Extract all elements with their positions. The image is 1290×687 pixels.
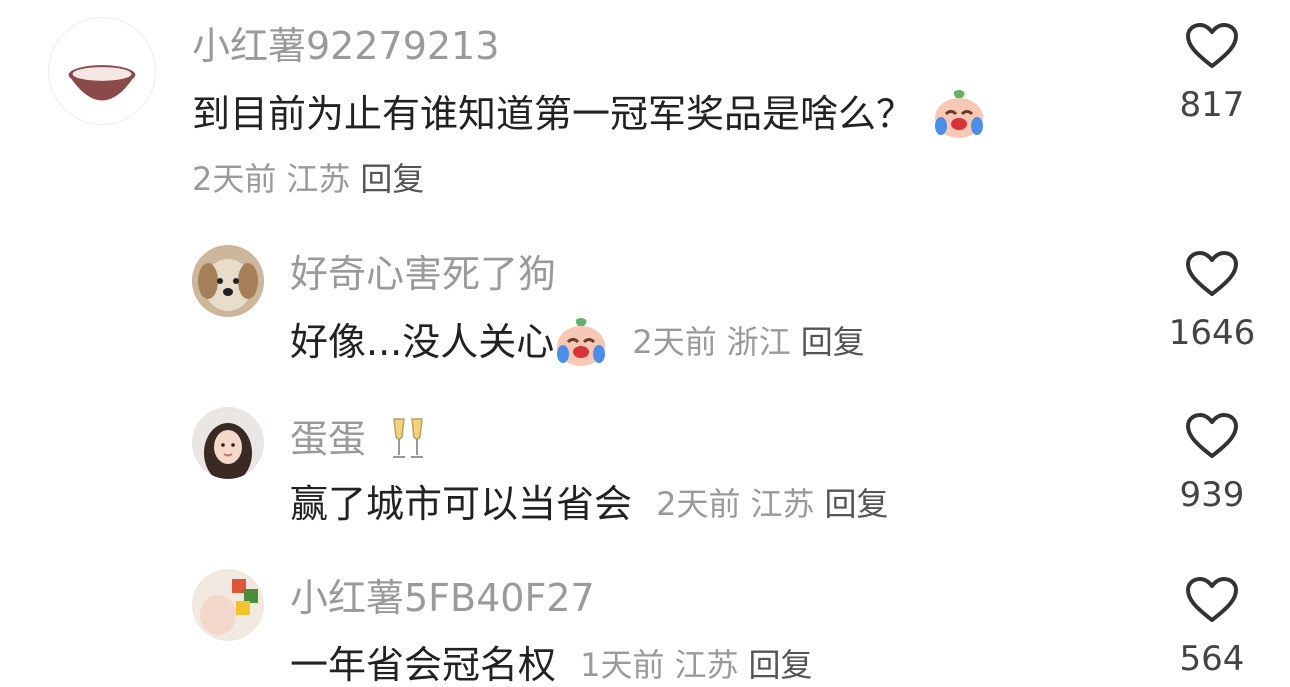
location: 江苏: [674, 645, 739, 684]
like-button[interactable]: 1646: [1157, 250, 1267, 350]
like-count: 564: [1179, 639, 1245, 679]
heart-icon: [1186, 251, 1238, 296]
girl-icon: [192, 407, 264, 479]
comment-meta: 2天前 江苏 回复: [656, 488, 898, 520]
like-button[interactable]: 939: [1157, 412, 1267, 512]
crying-laugh-emoji: [557, 318, 606, 366]
comment-meta: 2天前 江苏 回复: [192, 163, 434, 195]
reply-button[interactable]: 回复: [749, 646, 813, 684]
reply-button[interactable]: 回复: [801, 323, 865, 361]
heart-icon: [1186, 413, 1238, 458]
reply-button[interactable]: 回复: [825, 485, 889, 523]
like-count: 817: [1179, 85, 1245, 125]
champagne-icon: [393, 418, 424, 458]
comment-line: 赢了城市可以当省会 2天前 江苏 回复: [290, 482, 899, 523]
comment-text-content: 赢了城市可以当省会: [290, 481, 633, 526]
baby-icon: [192, 569, 264, 641]
avatar[interactable]: [192, 569, 264, 641]
like-count: 1646: [1168, 313, 1256, 353]
like-button[interactable]: 564: [1157, 576, 1267, 676]
heart-icon: [1186, 23, 1238, 68]
crying-laugh-emoji: [935, 90, 984, 138]
avatar[interactable]: [192, 245, 264, 317]
like-count: 939: [1179, 475, 1245, 515]
avatar[interactable]: [48, 17, 156, 125]
username[interactable]: 好奇心害死了狗: [290, 255, 556, 293]
comment-text-content: 到目前为止有谁知道第一冠军奖品是啥么？: [192, 92, 915, 136]
comment-meta: 1天前 江苏 回复: [580, 649, 822, 681]
time: 1天前: [580, 645, 665, 684]
like-button[interactable]: 817: [1157, 22, 1267, 122]
username[interactable]: 小红薯92279213: [192, 27, 499, 65]
heart-icon: [1186, 577, 1238, 622]
comment-meta: 2天前 浙江 回复: [632, 326, 874, 358]
username-row: 蛋蛋: [290, 417, 428, 461]
comment-text-content: 好像...没人关心: [290, 320, 555, 364]
dog-icon: [192, 245, 264, 317]
avatar[interactable]: [192, 407, 264, 479]
time: 2天前: [656, 484, 741, 523]
time: 2天前: [192, 160, 277, 198]
comment-line: 一年省会冠名权 1天前 江苏 回复: [290, 643, 823, 684]
reply-button[interactable]: 回复: [360, 160, 424, 198]
comment-text: 到目前为止有谁知道第一冠军奖品是啥么？: [192, 88, 986, 140]
location: 江苏: [286, 160, 351, 198]
comment-line: 好像...没人关心 2天前 浙江 回复: [290, 316, 875, 368]
comment-text-content: 一年省会冠名权: [290, 642, 557, 687]
location: 浙江: [726, 323, 791, 361]
username[interactable]: 蛋蛋: [290, 420, 366, 458]
time: 2天前: [632, 323, 717, 361]
username[interactable]: 小红薯5FB40F27: [290, 579, 595, 617]
bowl-icon: [68, 65, 136, 101]
location: 江苏: [750, 484, 815, 523]
